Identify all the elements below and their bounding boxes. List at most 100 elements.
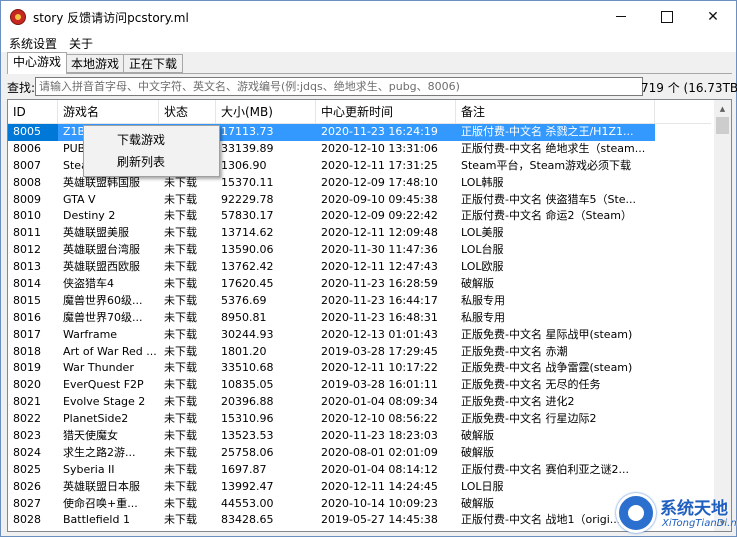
column-header-status[interactable]: 状态 [159, 100, 216, 124]
table-row[interactable]: 8019 War Thunder 未下载 33510.68 2020-12-11 10:… [8, 360, 711, 377]
cell-game-name: Warframe [63, 327, 118, 341]
scroll-thumb[interactable] [716, 117, 729, 134]
column-header-size[interactable]: 大小(MB) [216, 100, 316, 124]
cell-update-time: 2020-11-30 11:47:36 [321, 243, 438, 257]
cell-id: 8010 [13, 209, 41, 223]
cell-size: 8950.81 [221, 310, 267, 324]
cell-id: 8017 [13, 327, 41, 341]
watermark-subtitle: XiTongTianDi.net [662, 518, 737, 529]
cell-note: 正版免费-中文名 赤潮 [461, 344, 568, 358]
table-row[interactable]: 8020 EverQuest F2P 未下载 10835.05 2019-03-28 1… [8, 377, 711, 394]
cell-size: 13590.06 [221, 243, 274, 257]
cell-game-name: Battlefield 1 [63, 513, 130, 527]
table-row[interactable]: 8009 GTA V 未下载 92229.78 2020-09-10 09:45:38 正… [8, 192, 711, 209]
cell-note: 正版付费-中文名 命运2（Steam） [461, 209, 632, 223]
context-menu-download-game[interactable]: 下载游戏 [84, 129, 219, 151]
maximize-button[interactable] [644, 1, 690, 32]
cell-size: 92229.78 [221, 192, 274, 206]
cell-game-name: 使命召唤+重... [63, 496, 138, 510]
cell-update-time: 2019-03-28 17:29:45 [321, 344, 438, 358]
cell-id: 8019 [13, 361, 41, 375]
table-row[interactable]: 8016 魔兽世界70级... 未下载 8950.81 2020-11-23 16:48… [8, 310, 711, 327]
table-row[interactable]: 8023 猎天使魔女 未下载 13523.53 2020-11-23 18:23:03 破… [8, 428, 711, 445]
cell-size: 17113.73 [216, 124, 316, 141]
table-row[interactable]: 8026 英雄联盟日本服 未下载 13992.47 2020-12-11 14:24:4… [8, 479, 711, 496]
cell-note: 正版免费-中文名 进化2 [461, 395, 575, 409]
cell-update-time: 2019-03-28 16:01:11 [321, 378, 438, 392]
table-row[interactable]: 8022 PlanetSide2 未下载 15310.96 2020-12-10 08:… [8, 411, 711, 428]
table-row[interactable]: 8014 侠盗猎车4 未下载 17620.45 2020-11-23 16:28:59 破… [8, 276, 711, 293]
cell-update-time: 2020-01-04 08:14:12 [321, 462, 438, 476]
search-input[interactable] [35, 77, 643, 96]
table-row[interactable]: 8021 Evolve Stage 2 未下载 20396.88 2020-01-04 … [8, 394, 711, 411]
cell-update-time: 2020-12-11 17:31:25 [321, 158, 438, 172]
table-row[interactable]: 8015 魔兽世界60级... 未下载 5376.69 2020-11-23 16:44… [8, 293, 711, 310]
cell-note: 私服专用 [461, 310, 505, 324]
table-row[interactable]: 8013 英雄联盟西欧服 未下载 13762.42 2020-12-11 12:47:4… [8, 259, 711, 276]
cell-status: 未下载 [164, 378, 197, 392]
close-button[interactable]: ✕ [690, 1, 736, 32]
cell-update-time: 2020-12-11 12:47:43 [321, 260, 438, 274]
cell-status: 未下载 [164, 462, 197, 476]
column-header-id[interactable]: ID [8, 100, 58, 124]
cell-note: 破解版 [461, 429, 494, 443]
cell-id: 8014 [13, 277, 41, 291]
cell-note: 破解版 [461, 445, 494, 459]
cell-game-name: 英雄联盟美服 [63, 226, 129, 240]
minimize-button[interactable] [598, 1, 644, 32]
table-row[interactable]: 8027 使命召唤+重... 未下载 44553.00 2020-10-14 10:09… [8, 496, 711, 513]
cell-id: 8009 [13, 192, 41, 206]
table-row[interactable]: 8008 英雄联盟韩国服 未下载 15370.11 2020-12-09 17:48:1… [8, 175, 711, 192]
cell-game-name: 魔兽世界70级... [63, 310, 143, 324]
cell-status: 未下载 [164, 445, 197, 459]
cell-note: 正版免费-中文名 战争雷霆(steam) [461, 361, 633, 375]
cell-size: 30244.93 [221, 327, 274, 341]
cell-status: 未下载 [164, 361, 197, 375]
table-row[interactable]: 8028 Battlefield 1 未下载 83428.65 2019-05-27 1… [8, 512, 711, 529]
cell-size: 33510.68 [221, 361, 274, 375]
cell-note: 正版免费-中文名 无尽的任务 [461, 378, 601, 392]
table-row[interactable]: 8011 英雄联盟美服 未下载 13714.62 2020-12-11 12:09:48… [8, 225, 711, 242]
vertical-scrollbar[interactable]: ▲ ▼ [714, 100, 731, 531]
site-watermark: 系统天地 XiTongTianDi.net [612, 491, 737, 535]
context-menu: 下载游戏 刷新列表 [83, 125, 220, 177]
menu-about[interactable]: 关于 [69, 35, 93, 52]
column-header-update-time[interactable]: 中心更新时间 [316, 100, 456, 124]
table-row[interactable]: 8025 Syberia II 未下载 1697.87 2020-01-04 08:14… [8, 462, 711, 479]
column-header-name[interactable]: 游戏名 [58, 100, 159, 124]
cell-game-name: PlanetSide2 [63, 412, 129, 426]
table-row[interactable]: 8018 Art of War Red ... 未下载 1801.20 2019-03-… [8, 344, 711, 361]
title-bar[interactable]: story 反馈请访问pcstory.ml ✕ [1, 1, 736, 32]
cell-note: 正版付费-中文名 侠盗猎车5（Ste... [461, 192, 637, 206]
app-window: story 反馈请访问pcstory.ml ✕ 系统设置 关于 中心游戏 本地游… [0, 0, 737, 537]
cell-note: 正版付费-中文名 杀戮之王/H1Z1... [456, 124, 655, 141]
cell-size: 25758.06 [221, 445, 274, 459]
tab-downloading[interactable]: 正在下载 [123, 54, 184, 73]
cell-status: 未下载 [164, 429, 197, 443]
scroll-up-arrow-icon[interactable]: ▲ [714, 100, 731, 117]
column-header-note[interactable]: 备注 [456, 100, 655, 124]
menu-system-settings[interactable]: 系统设置 [9, 35, 57, 52]
cell-update-time: 2020-12-09 17:48:10 [321, 175, 438, 189]
cell-status: 未下载 [164, 209, 197, 223]
cell-update-time: 2020-12-13 01:01:43 [321, 327, 438, 341]
cell-game-name: 英雄联盟日本服 [63, 479, 140, 493]
cell-id: 8005 [8, 124, 58, 141]
tab-local-games[interactable]: 本地游戏 [65, 54, 126, 73]
context-menu-refresh-list[interactable]: 刷新列表 [84, 151, 219, 173]
tab-center-games[interactable]: 中心游戏 [7, 52, 68, 74]
table-row[interactable]: 8010 Destiny 2 未下载 57830.17 2020-12-09 09:22… [8, 208, 711, 225]
table-row[interactable]: 8024 求生之路2游... 未下载 25758.06 2020-08-01 02:01… [8, 445, 711, 462]
cell-size: 20396.88 [221, 395, 274, 409]
cell-note: LOL韩服 [461, 175, 504, 189]
cell-status: 未下载 [164, 277, 197, 291]
cell-update-time: 2020-12-10 08:56:22 [321, 412, 438, 426]
window-title: story 反馈请访问pcstory.ml [33, 11, 189, 25]
cell-update-time: 2020-12-11 14:24:45 [321, 479, 438, 493]
cell-update-time: 2020-11-23 16:48:31 [321, 310, 438, 324]
table-row[interactable]: 8012 英雄联盟台湾服 未下载 13590.06 2020-11-30 11:47:3… [8, 242, 711, 259]
cell-game-name: 英雄联盟台湾服 [63, 243, 140, 257]
cell-update-time: 2020-12-09 09:22:42 [321, 209, 438, 223]
table-row[interactable]: 8017 Warframe 未下载 30244.93 2020-12-13 01:01:… [8, 327, 711, 344]
cell-status: 未下载 [164, 260, 197, 274]
